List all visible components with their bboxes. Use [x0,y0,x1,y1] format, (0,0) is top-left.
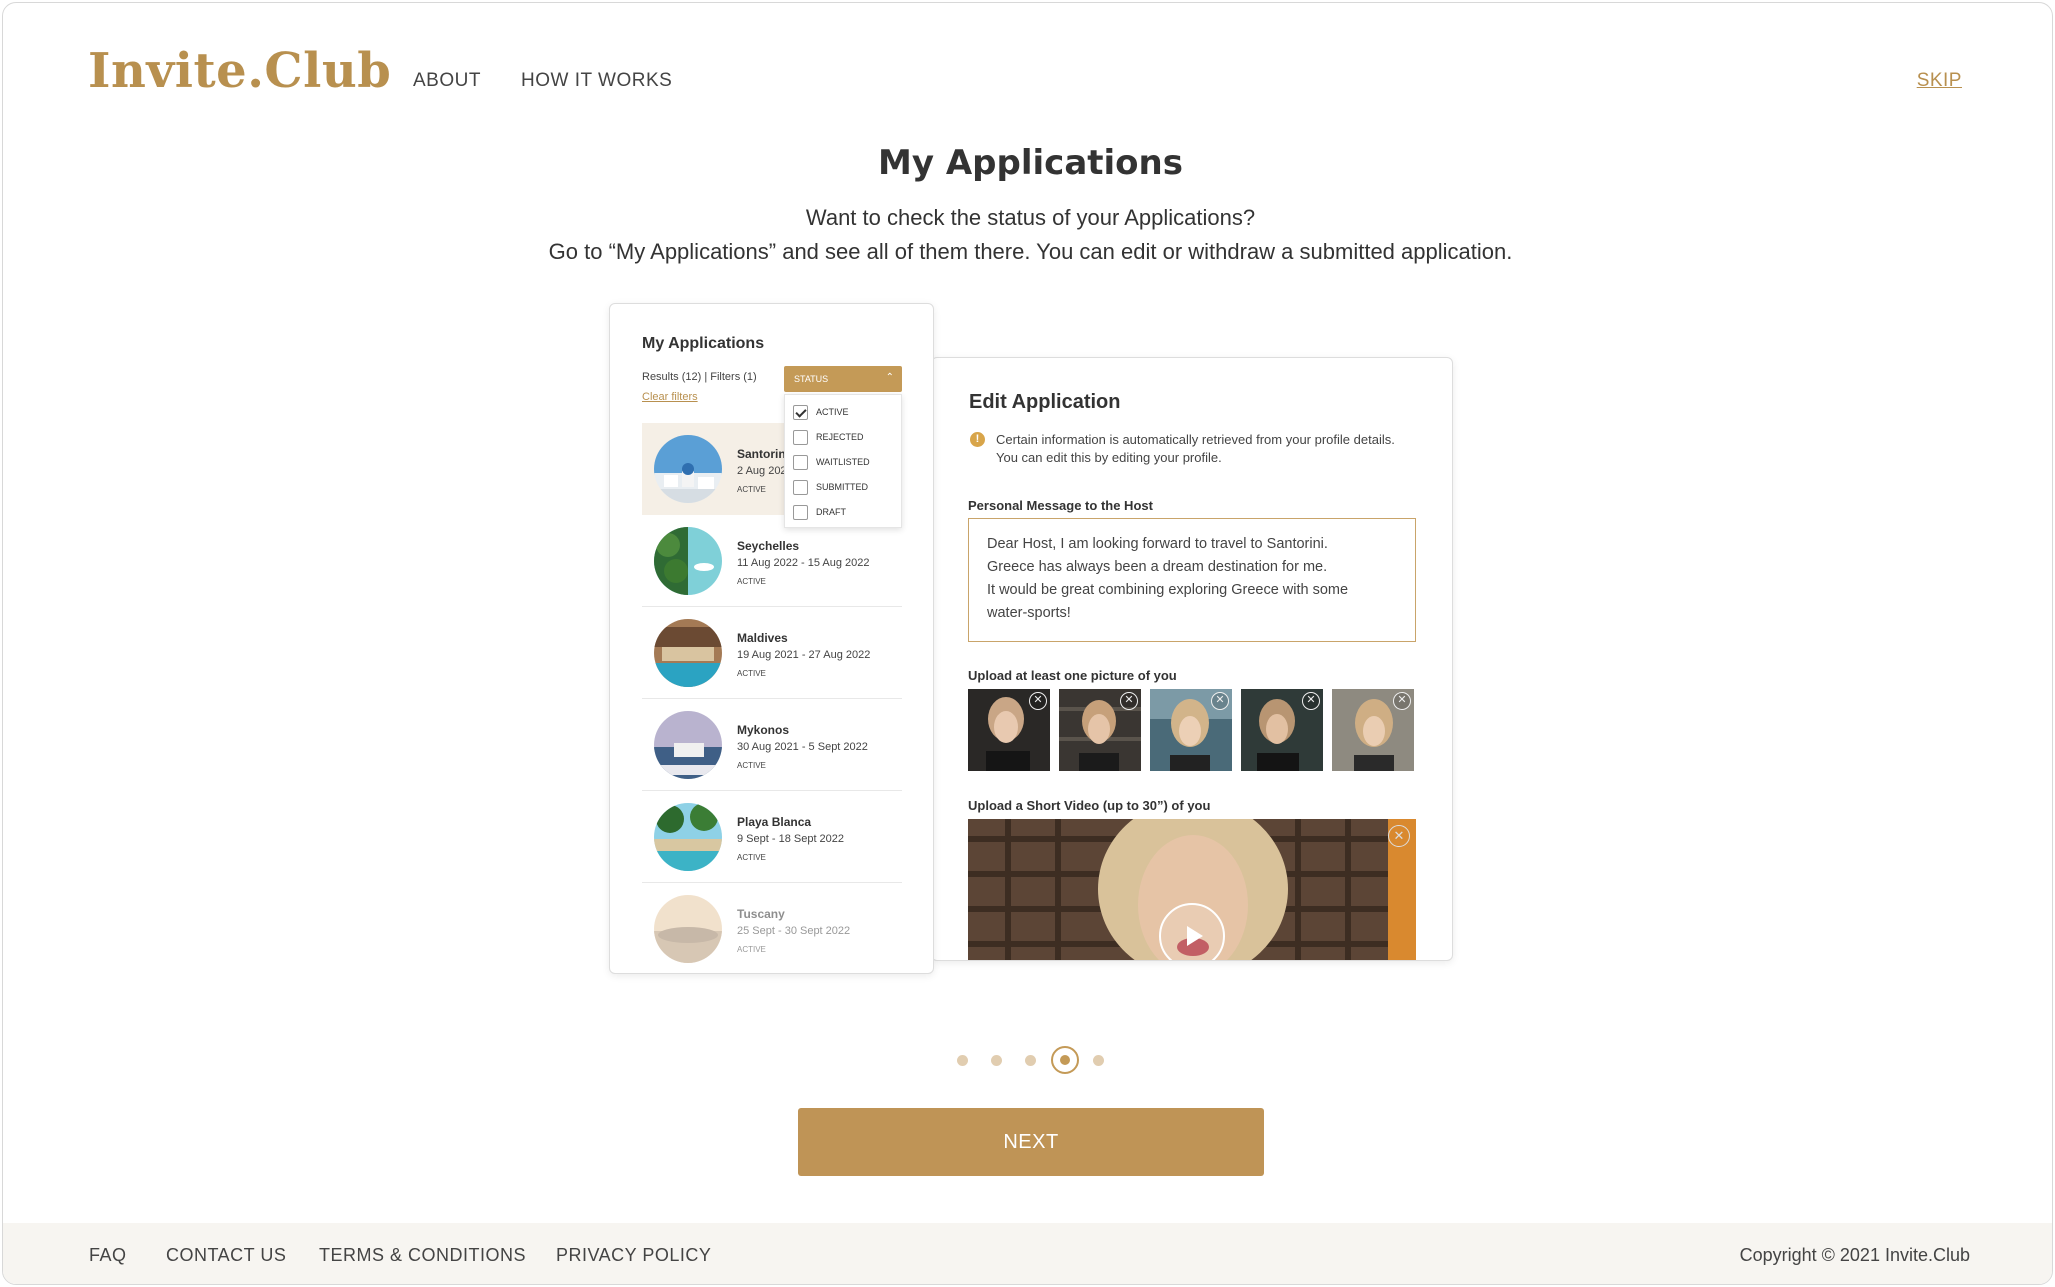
results-count: Results (12) | Filters (1) [642,371,757,383]
remove-photo-icon[interactable]: ✕ [1211,692,1229,710]
nav-about[interactable]: ABOUT [413,70,481,92]
page-frame: Invite.Club ABOUT HOW IT WORKS SKIP My A… [2,2,2053,1285]
playa-blanca-thumbnail [654,803,722,871]
checkbox-waitlisted[interactable] [793,454,808,470]
user-photo[interactable]: ✕ [1150,689,1232,771]
list-item[interactable]: Mykonos 30 Aug 2021 - 5 Sept 2022 ACTIVE [642,699,902,791]
footer: FAQ CONTACT US TERMS & CONDITIONS PRIVAC… [3,1223,2052,1284]
app-dates: 9 Sept - 18 Sept 2022 [737,833,845,845]
checkbox-rejected[interactable] [793,429,808,445]
chevron-up-icon: ⌃ [885,372,894,383]
app-dates: 19 Aug 2021 - 27 Aug 2022 [737,649,871,661]
status-option-rejected[interactable]: REJECTED [793,428,864,446]
remove-photo-icon[interactable]: ✕ [1029,692,1047,710]
user-photo[interactable]: ✕ [1332,689,1414,771]
personal-message-textarea[interactable]: Dear Host, I am looking forward to trave… [968,518,1416,642]
info-text-1: Certain information is automatically ret… [996,432,1395,447]
list-item[interactable]: Maldives 19 Aug 2021 - 27 Aug 2022 ACTIV… [642,607,902,699]
play-icon[interactable] [1159,903,1225,960]
app-name: Playa Blanca [737,815,812,829]
app-name: Seychelles [737,539,800,553]
user-video[interactable]: ✕ [968,819,1416,960]
info-text-2: You can edit this by editing your profil… [996,450,1222,465]
pagination-dot-3[interactable] [1025,1055,1036,1066]
applications-list-card: My Applications Results (12) | Filters (… [609,303,934,974]
footer-contact-link[interactable]: CONTACT US [166,1245,286,1266]
list-item[interactable]: Playa Blanca 9 Sept - 18 Sept 2022 ACTIV… [642,791,902,883]
app-status: ACTIVE [737,577,766,586]
pagination-dot-4-active[interactable] [1051,1046,1079,1074]
santorini-thumbnail [654,435,722,503]
app-name: Maldives [737,631,788,645]
mykonos-thumbnail [654,711,722,779]
status-option-draft[interactable]: DRAFT [793,503,846,521]
message-line: Greece has always been a dream destinati… [987,559,1328,575]
page-title: My Applications [878,143,1183,183]
message-line: It would be great combining exploring Gr… [987,582,1349,598]
info-icon: ! [970,432,985,447]
app-status: ACTIVE [737,945,766,954]
status-options-menu: ACTIVE REJECTED WAITLISTED SUBMITTED DRA… [784,394,902,528]
pagination-dot-5[interactable] [1093,1055,1104,1066]
subtitle-question: Want to check the status of your Applica… [805,205,1256,230]
pagination-dot-2[interactable] [991,1055,1002,1066]
personal-message-label: Personal Message to the Host [968,498,1153,513]
edit-application-title: Edit Application [969,391,1121,413]
upload-photo-label: Upload at least one picture of you [968,668,1177,683]
next-button[interactable]: NEXT [798,1108,1264,1176]
app-name: Tuscany [737,907,785,921]
checkbox-submitted[interactable] [793,479,808,495]
subtitle-description: Go to “My Applications” and see all of t… [548,239,1513,264]
message-line: Dear Host, I am looking forward to trave… [987,536,1328,552]
logo[interactable]: Invite.Club [88,43,391,99]
app-dates: 11 Aug 2022 - 15 Aug 2022 [737,557,870,569]
remove-photo-icon[interactable]: ✕ [1393,692,1411,710]
app-status: ACTIVE [737,485,766,494]
user-photo[interactable]: ✕ [968,689,1050,771]
list-item[interactable]: Tuscany 25 Sept - 30 Sept 2022 ACTIVE [642,883,902,973]
status-option-label: DRAFT [816,507,846,517]
remove-video-icon[interactable]: ✕ [1388,825,1410,847]
status-option-label: WAITLISTED [816,457,870,467]
user-photo[interactable]: ✕ [1241,689,1323,771]
clear-filters-link[interactable]: Clear filters [642,391,698,403]
applications-list-title: My Applications [642,335,765,352]
upload-video-label: Upload a Short Video (up to 30”) of you [968,798,1211,813]
footer-faq-link[interactable]: FAQ [89,1245,127,1266]
seychelles-thumbnail [654,527,722,595]
remove-photo-icon[interactable]: ✕ [1302,692,1320,710]
app-dates: 30 Aug 2021 - 5 Sept 2022 [737,741,868,753]
maldives-thumbnail [654,619,722,687]
status-filter-dropdown[interactable]: STATUS ⌃ [784,366,902,392]
footer-privacy-link[interactable]: PRIVACY POLICY [556,1245,711,1266]
user-photo[interactable]: ✕ [1059,689,1141,771]
tuscany-thumbnail [654,895,722,963]
app-name: Santorini [737,447,790,461]
app-status: ACTIVE [737,853,766,862]
copyright-text: Copyright © 2021 Invite.Club [1739,1245,1970,1265]
status-option-active[interactable]: ACTIVE [793,403,849,421]
checkbox-active[interactable] [793,404,808,420]
status-option-label: SUBMITTED [816,482,869,492]
app-status: ACTIVE [737,669,766,678]
nav-how-it-works[interactable]: HOW IT WORKS [521,70,672,92]
checkbox-draft[interactable] [793,504,808,520]
app-name: Mykonos [737,723,790,737]
skip-link[interactable]: SKIP [1917,70,1962,92]
remove-photo-icon[interactable]: ✕ [1120,692,1138,710]
edit-application-card: Edit Application ! Certain information i… [931,357,1453,961]
list-item[interactable]: Seychelles 11 Aug 2022 - 15 Aug 2022 ACT… [642,515,902,607]
footer-terms-link[interactable]: TERMS & CONDITIONS [319,1245,526,1266]
status-filter-label: STATUS [794,374,829,384]
status-option-label: ACTIVE [816,407,849,417]
app-dates: 25 Sept - 30 Sept 2022 [737,925,851,937]
status-option-waitlisted[interactable]: WAITLISTED [793,453,870,471]
status-option-label: REJECTED [816,432,864,442]
app-status: ACTIVE [737,761,766,770]
status-option-submitted[interactable]: SUBMITTED [793,478,868,496]
message-line: water-sports! [987,605,1071,621]
pagination-dot-1[interactable] [957,1055,968,1066]
